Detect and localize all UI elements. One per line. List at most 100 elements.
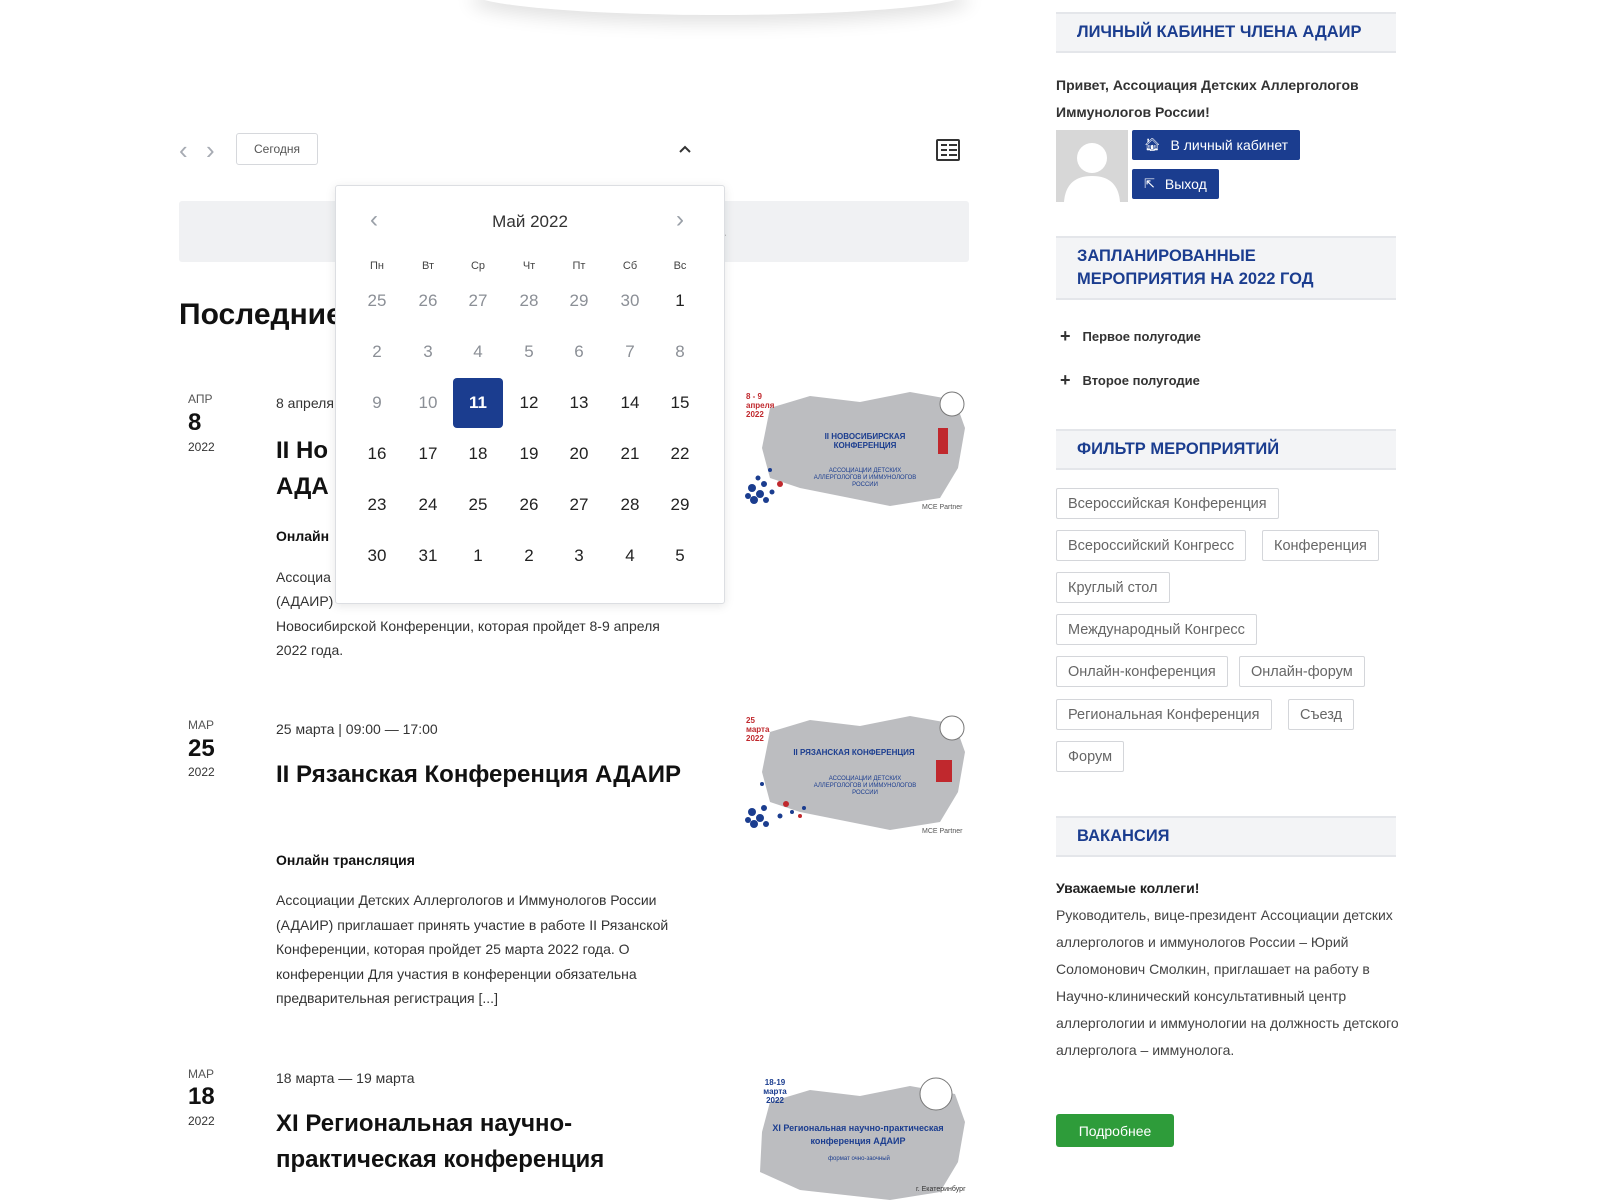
event-image[interactable]: 25 марта 2022 II РЯЗАНСКАЯ КОНФЕРЕНЦИЯ А…	[740, 712, 970, 840]
calendar-day[interactable]: 24	[403, 480, 453, 530]
calendar-day[interactable]: 23	[352, 480, 402, 530]
calendar-day[interactable]: 3	[403, 327, 453, 377]
calendar-day[interactable]: 12	[504, 378, 554, 428]
calendar-weekday: Пн	[370, 260, 384, 272]
event-venue: Онлайн трансляция	[276, 852, 415, 868]
planned-item-first-half[interactable]: + Первое полугодие	[1060, 326, 1201, 347]
greeting-text: Привет, Ассоциация Детских Аллергологов …	[1056, 77, 1359, 120]
calendar-next-icon[interactable]: ›	[676, 206, 684, 234]
filter-tag[interactable]: Съезд	[1288, 699, 1355, 730]
avatar	[1056, 130, 1128, 202]
event-date: 25 марта | 09:00 — 17:00	[276, 721, 438, 737]
calendar-day[interactable]: 16	[352, 429, 402, 479]
cabinet-header: Личный кабинет члена АДАИР	[1056, 12, 1396, 53]
cabinet-button[interactable]: 🏠︎ В личный кабинет	[1132, 130, 1301, 160]
calendar-day[interactable]: 19	[504, 429, 554, 479]
list-view-icon[interactable]	[936, 139, 960, 161]
planned-item-label: Второе полугодие	[1082, 373, 1200, 388]
calendar-day[interactable]: 29	[554, 276, 604, 326]
calendar-day[interactable]: 8	[655, 327, 705, 377]
prev-arrow-icon[interactable]: ‹	[179, 137, 188, 163]
filter-tag[interactable]: Всероссийская Конференция	[1056, 488, 1279, 519]
external-link-icon: ⇱	[1144, 176, 1155, 191]
calendar-day[interactable]: 1	[655, 276, 705, 326]
calendar-day[interactable]: 5	[504, 327, 554, 377]
filter-tag[interactable]: Форум	[1056, 741, 1125, 772]
event-image-badge: 18-19 марта 2022	[763, 1078, 787, 1105]
calendar-day[interactable]: 11	[453, 378, 503, 428]
calendar-day[interactable]: 29	[655, 480, 705, 530]
calendar-day[interactable]: 30	[352, 531, 402, 581]
calendar-day[interactable]: 30	[605, 276, 655, 326]
event-image[interactable]: 8 - 9 апреля 2022 II НОВОСИБИРСКАЯ КОНФЕ…	[740, 388, 970, 516]
calendar-day[interactable]: 31	[403, 531, 453, 581]
vacancy-lead: Уважаемые коллеги!	[1056, 880, 1200, 896]
calendar-day[interactable]: 26	[504, 480, 554, 530]
more-button[interactable]: Подробнее	[1056, 1114, 1174, 1147]
calendar-day[interactable]: 10	[403, 378, 453, 428]
calendar-day[interactable]: 28	[605, 480, 655, 530]
event-desc-line: Новосибирской Конференции, которая пройд…	[276, 618, 660, 634]
calendar-day[interactable]: 14	[605, 378, 655, 428]
calendar-weekday: Пт	[572, 260, 586, 272]
plus-icon: +	[1060, 326, 1071, 346]
calendar-day[interactable]: 26	[403, 276, 453, 326]
calendar-day[interactable]: 4	[605, 531, 655, 581]
event-image-brand: MCE Partner	[922, 504, 963, 511]
planned-header: Запланированные мероприятия на 2022 год	[1056, 236, 1396, 300]
event-image-badge: 8 - 9 апреля 2022	[746, 392, 775, 419]
event-image-brand: г. Екатеринбург	[916, 1186, 966, 1193]
event-image-sub: формат очно-заочный	[828, 1156, 890, 1162]
filter-tag[interactable]: Региональная Конференция	[1056, 699, 1272, 730]
event-desc: Ассоциации Детских Аллергологов и Иммуно…	[276, 892, 669, 1006]
calendar-day[interactable]: 21	[605, 429, 655, 479]
calendar-day[interactable]: 2	[352, 327, 402, 377]
today-button[interactable]: Сегодня	[236, 133, 318, 165]
calendar-day[interactable]: 9	[352, 378, 402, 428]
event-image[interactable]: 18-19 марта 2022 XI Региональная научно-…	[740, 1072, 970, 1200]
calendar-day[interactable]: 13	[554, 378, 604, 428]
datepicker-popup: ‹ Май 2022 › Пн Вт Ср Чт Пт Сб Вс 25 26 27 28 29 30 1…	[335, 185, 725, 604]
event-year: 2022	[188, 1114, 215, 1128]
filter-tag[interactable]: Онлайн-форум	[1239, 656, 1365, 687]
calendar-day[interactable]: 4	[453, 327, 503, 377]
event-image-sub: АССОЦИАЦИИ ДЕТСКИХ АЛЛЕРГОЛОГОВ И ИММУНО…	[813, 468, 917, 488]
filter-tag[interactable]: Онлайн-конференция	[1056, 656, 1228, 687]
calendar-day[interactable]: 15	[655, 378, 705, 428]
calendar-day[interactable]: 1	[453, 531, 503, 581]
calendar-day[interactable]: 7	[605, 327, 655, 377]
calendar-day[interactable]: 25	[453, 480, 503, 530]
logout-button[interactable]: ⇱ Выход	[1132, 169, 1219, 199]
event-day: 25	[188, 735, 215, 762]
planned-item-second-half[interactable]: + Второе полугодие	[1060, 370, 1200, 391]
event-month: МАР	[188, 718, 215, 732]
filter-tag[interactable]: Круглый стол	[1056, 572, 1170, 603]
calendar-day[interactable]: 5	[655, 531, 705, 581]
calendar-day[interactable]: 20	[554, 429, 604, 479]
event-image-brand: MCE Partner	[922, 828, 963, 835]
calendar-day[interactable]: 28	[504, 276, 554, 326]
chevron-up-icon[interactable]	[678, 142, 692, 156]
calendar-weekday: Сб	[622, 260, 638, 272]
vacancy-text: Руководитель, вице-президент Ассоциации …	[1056, 907, 1399, 1058]
calendar-day[interactable]: 17	[403, 429, 453, 479]
calendar-day[interactable]: 6	[554, 327, 604, 377]
calendar-day[interactable]: 27	[554, 480, 604, 530]
event-month: АПР	[188, 392, 213, 406]
calendar-day[interactable]: 3	[554, 531, 604, 581]
filter-tag[interactable]: Всероссийский Конгресс	[1056, 530, 1247, 561]
event-title[interactable]: XI Региональная научно-практическая конф…	[276, 1106, 716, 1178]
filter-tag[interactable]: Конференция	[1262, 530, 1379, 561]
event-venue: Онлайн	[276, 528, 330, 544]
header-shadow	[470, 0, 970, 15]
calendar-day[interactable]: 25	[352, 276, 402, 326]
next-arrow-icon[interactable]: ›	[206, 137, 215, 163]
calendar-day[interactable]: 18	[453, 429, 503, 479]
event-desc-line: 2022 года.	[276, 642, 344, 658]
filter-tag[interactable]: Международный Конгресс	[1056, 614, 1257, 645]
event-year: 2022	[188, 440, 215, 454]
event-title[interactable]: II Рязанская Конференция АДАИР	[276, 757, 716, 793]
calendar-day[interactable]: 27	[453, 276, 503, 326]
calendar-day[interactable]: 22	[655, 429, 705, 479]
calendar-day[interactable]: 2	[504, 531, 554, 581]
